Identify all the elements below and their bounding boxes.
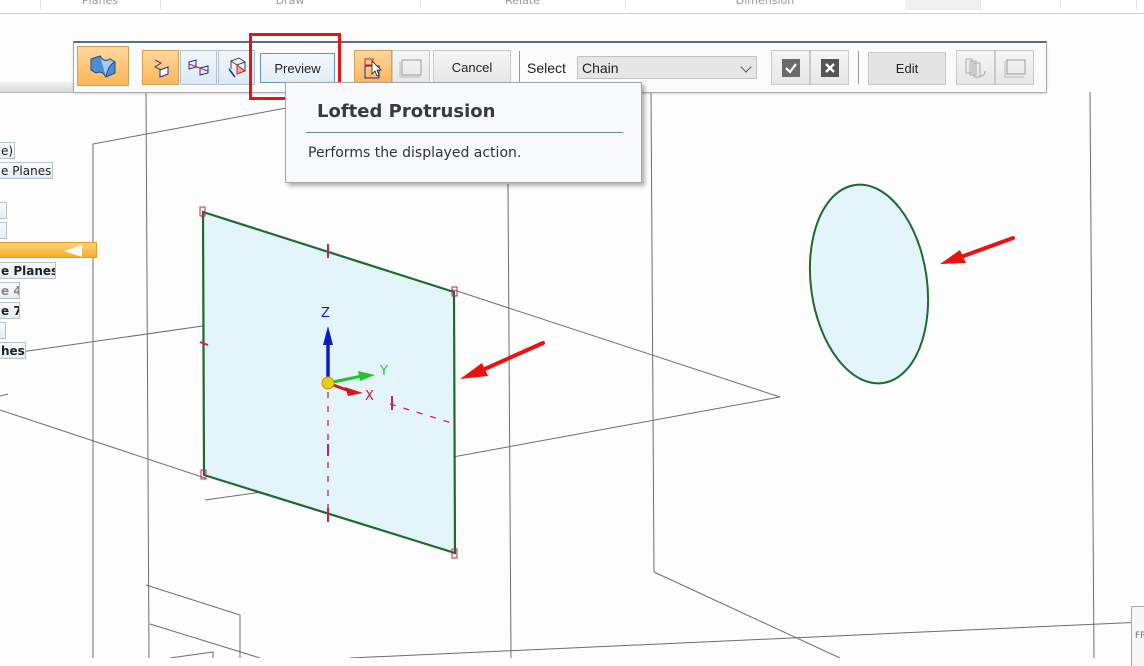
select-cursor-icon [364, 58, 382, 78]
annotation-arrow [476, 341, 545, 374]
ribbon-tab-draw[interactable]: Draw [160, 0, 421, 10]
annotation-arrow [956, 236, 1015, 260]
select-dropdown[interactable]: Chain [577, 56, 757, 79]
region-select-button[interactable] [392, 50, 430, 85]
reference-plane-edge [349, 621, 1144, 658]
cross-section-step-button[interactable] [142, 50, 179, 85]
tooltip-description: Performs the displayed action. [308, 145, 522, 161]
lofted-protrusion-feature-button[interactable] [77, 46, 129, 86]
toolbar-separator [858, 51, 859, 84]
checkmark-icon [781, 58, 800, 77]
select-label: Select [527, 60, 566, 76]
tree-node[interactable]: e 7 [0, 302, 20, 319]
guide-curve-step-button[interactable] [180, 50, 217, 85]
reference-plane-edge [0, 393, 9, 397]
toolbar-separator [519, 51, 520, 84]
tooltip-divider [306, 132, 623, 133]
annotation-arrow-head [940, 250, 966, 264]
annotation-arrow-head [460, 363, 488, 379]
active-step-bar[interactable] [0, 242, 97, 258]
accept-button[interactable] [771, 50, 810, 85]
view-cube[interactable]: FR [1131, 606, 1144, 666]
tooltip-title: Lofted Protrusion [317, 101, 496, 122]
collapse-arrow-icon [64, 245, 82, 257]
x-icon [820, 58, 839, 77]
multi-profile-icon [965, 58, 985, 77]
reference-plane-edge [169, 651, 214, 658]
x-axis-label: X [365, 389, 374, 404]
extent-step-icon [227, 56, 246, 77]
tree-node[interactable]: e 4 [0, 282, 20, 299]
tree-node[interactable]: hes [0, 342, 26, 359]
multi-profile-button[interactable] [956, 50, 995, 85]
reject-button[interactable] [810, 50, 849, 85]
tree-node[interactable] [0, 322, 6, 339]
tooltip: Lofted Protrusion Performs the displayed… [285, 82, 642, 183]
tree-node[interactable] [0, 222, 7, 239]
profile-extent-icon [1004, 59, 1025, 77]
ribbon-tab-group[interactable] [1060, 0, 1137, 10]
z-axis-label: Z [321, 306, 330, 321]
edit-button[interactable]: Edit [868, 52, 946, 85]
reference-plane-edge [650, 91, 655, 573]
reference-plane-edge [1089, 91, 1095, 658]
select-mode-button[interactable] [354, 50, 392, 85]
tree-node[interactable] [0, 202, 7, 219]
lofted-protrusion-icon [90, 55, 117, 78]
reference-plane-edge [145, 91, 150, 658]
reference-plane-edge [204, 491, 263, 501]
ribbon-tab-group[interactable] [980, 0, 1061, 10]
tree-node[interactable]: e) [0, 142, 15, 159]
tree-node[interactable]: e Planes [0, 262, 56, 279]
reference-plane-edge [0, 409, 206, 479]
triad-origin [321, 376, 335, 390]
region-select-icon [399, 59, 422, 77]
cancel-button[interactable]: Cancel [433, 50, 511, 85]
ribbon-tab-relate[interactable]: Relate [420, 0, 626, 10]
circular-profile[interactable] [798, 177, 941, 391]
chevron-down-icon [740, 61, 752, 73]
cross-section-step-icon [153, 59, 168, 78]
reference-plane-edge [653, 571, 841, 658]
tree-node[interactable]: e Planes [0, 162, 53, 179]
annotation-arrows [460, 236, 1015, 379]
guide-curve-step-icon [188, 58, 208, 76]
reference-plane-edge [507, 183, 512, 658]
profile-extent-button[interactable] [995, 50, 1034, 85]
ribbon-tab-clipped[interactable] [0, 0, 41, 10]
ribbon-tab-planes[interactable]: Planes [40, 0, 161, 10]
select-dropdown-value: Chain [582, 59, 619, 76]
y-axis-label: Y [380, 364, 388, 379]
view-cube-face-label: FR [1135, 631, 1144, 641]
ribbon-tab-group[interactable] [905, 0, 981, 10]
ribbon-tab-dimension[interactable]: Dimension [625, 0, 906, 10]
ribbon: Planes Draw Relate Dimension Window [0, 0, 1144, 14]
